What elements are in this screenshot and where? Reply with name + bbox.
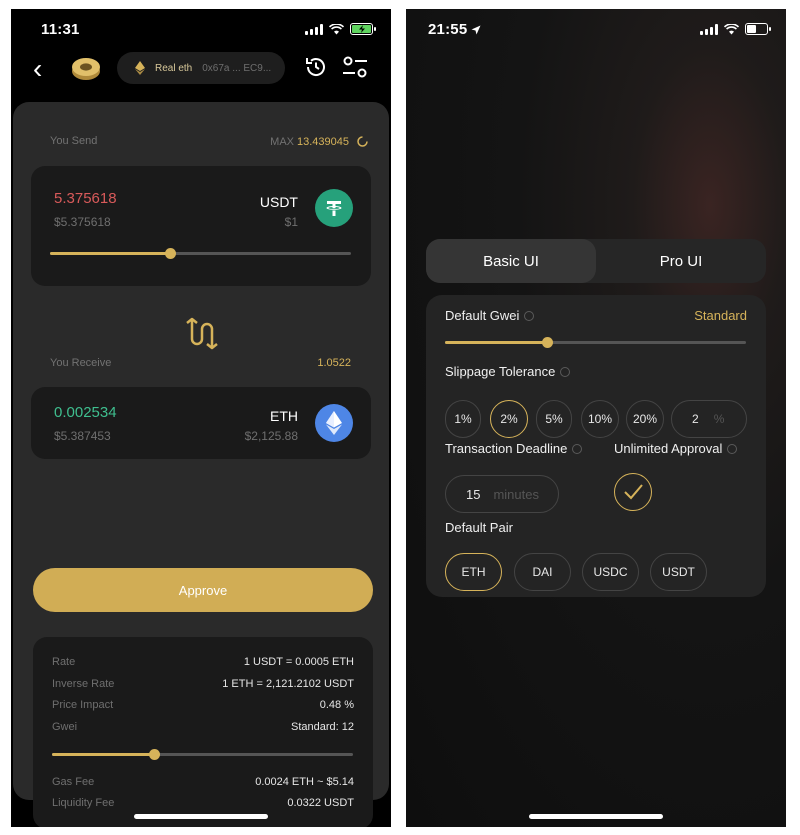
slider-knob[interactable] (165, 248, 177, 259)
settings-card: Default Gwei Standard Slippage Tolerance… (426, 295, 766, 597)
location-arrow-icon (471, 25, 481, 34)
send-token-symbol[interactable]: USDT (260, 194, 298, 210)
status-time: 21:55 (428, 21, 468, 38)
battery-icon (745, 23, 771, 35)
status-time-group: 21:55 (428, 21, 481, 38)
home-indicator[interactable] (529, 814, 663, 819)
receive-token-symbol[interactable]: ETH (270, 408, 298, 424)
app-logo-icon (72, 58, 100, 80)
inverse-rate-row: Inverse Rate 1 ETH = 2,121.2102 USDT (52, 678, 354, 690)
swap-direction-icon[interactable] (183, 317, 219, 351)
swap-panel: You Send MAX 13.439045 5.375618 $5.37561… (13, 102, 389, 827)
back-icon[interactable]: ‹ (33, 55, 42, 83)
signal-icon (305, 23, 323, 35)
ui-mode-toggle: Basic UI Pro UI (426, 239, 766, 283)
eth-mini-icon (135, 61, 145, 75)
slider-knob[interactable] (542, 337, 554, 348)
send-token-price: $1 (284, 215, 298, 229)
unlimited-approval-label: Unlimited Approval (614, 441, 738, 456)
receive-amount-usd: $5.387453 (54, 429, 111, 443)
wifi-icon (724, 23, 739, 34)
price-impact-row: Price Impact 0.48 % (52, 699, 354, 711)
status-time: 11:31 (41, 21, 80, 38)
receive-ratio: 1.0522 (317, 357, 351, 369)
unlimited-approval-checkbox[interactable] (614, 473, 652, 511)
signal-icon (700, 23, 718, 35)
approve-button[interactable]: Approve (33, 568, 373, 612)
liquidity-fee-row: Liquidity Fee 0.0322 USDT (52, 797, 354, 809)
you-receive-label: You Receive (50, 357, 112, 369)
default-gwei-value: Standard (694, 308, 747, 323)
receive-amount: 0.002534 (54, 404, 117, 421)
receive-token-price: $2,125.88 (244, 429, 298, 443)
eth-icon[interactable] (315, 404, 353, 442)
wallet-address: 0x67a ... EC9... (202, 62, 272, 74)
slippage-option-10[interactable]: 10% (581, 400, 619, 438)
settings-sliders-icon[interactable] (341, 54, 369, 80)
status-icons (700, 23, 771, 35)
gas-fee-row: Gas Fee 0.0024 ETH ~ $5.14 (52, 776, 354, 788)
max-balance[interactable]: MAX 13.439045 (270, 135, 369, 148)
send-amount-input[interactable]: 5.375618 (54, 190, 117, 207)
tether-icon[interactable] (315, 189, 353, 227)
settings-screen: 21:55 Basic UI Pro UI Default Gwei Stand… (406, 9, 786, 827)
pair-option-usdc[interactable]: USDC (582, 553, 639, 591)
swap-screen: 11:31 ‹ Real eth 0x67a ... EC9... You Se… (11, 9, 391, 827)
info-icon[interactable] (572, 443, 583, 454)
slippage-option-1[interactable]: 1% (445, 400, 481, 438)
gwei-slider[interactable] (52, 749, 353, 760)
receive-card: 0.002534 $5.387453 ETH $2,125.88 (31, 387, 371, 459)
history-icon[interactable] (303, 54, 329, 80)
slippage-option-5[interactable]: 5% (536, 400, 572, 438)
slider-knob[interactable] (149, 749, 161, 760)
default-pair-label: Default Pair (445, 520, 513, 535)
send-amount-slider[interactable] (50, 248, 351, 259)
network-name: Real eth (155, 62, 193, 74)
slider-fill (52, 753, 155, 756)
pair-option-usdt[interactable]: USDT (650, 553, 707, 591)
status-icons (305, 23, 376, 35)
slippage-label: Slippage Tolerance (445, 364, 571, 379)
default-gwei-slider[interactable] (445, 337, 746, 348)
info-icon[interactable] (727, 443, 738, 454)
send-amount-usd: $5.375618 (54, 215, 111, 229)
network-selector[interactable]: Real eth 0x67a ... EC9... (117, 52, 285, 84)
send-card: 5.375618 $5.375618 USDT $1 (31, 166, 371, 286)
checkmark-icon (624, 484, 643, 500)
wifi-icon (329, 23, 344, 34)
deadline-input[interactable]: 15 minutes (445, 475, 559, 513)
gwei-row: Gwei Standard: 12 (52, 721, 354, 733)
tab-pro-ui[interactable]: Pro UI (596, 239, 766, 283)
info-icon[interactable] (524, 310, 535, 321)
home-indicator[interactable] (134, 814, 268, 819)
slippage-custom-input[interactable]: 2 % (671, 400, 747, 438)
pair-option-eth[interactable]: ETH (445, 553, 502, 591)
info-icon[interactable] (560, 366, 571, 377)
tab-basic-ui[interactable]: Basic UI (426, 239, 596, 283)
pair-option-dai[interactable]: DAI (514, 553, 571, 591)
deadline-label: Transaction Deadline (445, 441, 583, 456)
slider-fill (445, 341, 548, 344)
battery-charging-icon (350, 23, 376, 35)
rate-row: Rate 1 USDT = 0.0005 ETH (52, 656, 354, 668)
you-send-label: You Send (50, 135, 98, 147)
refresh-spinner-icon (357, 136, 368, 147)
slippage-option-2[interactable]: 2% (490, 400, 528, 438)
swap-details-card: Rate 1 USDT = 0.0005 ETH Inverse Rate 1 ET… (33, 637, 373, 827)
default-gwei-label: Default Gwei (445, 308, 535, 323)
slider-fill (50, 252, 171, 255)
slippage-option-20[interactable]: 20% (626, 400, 664, 438)
